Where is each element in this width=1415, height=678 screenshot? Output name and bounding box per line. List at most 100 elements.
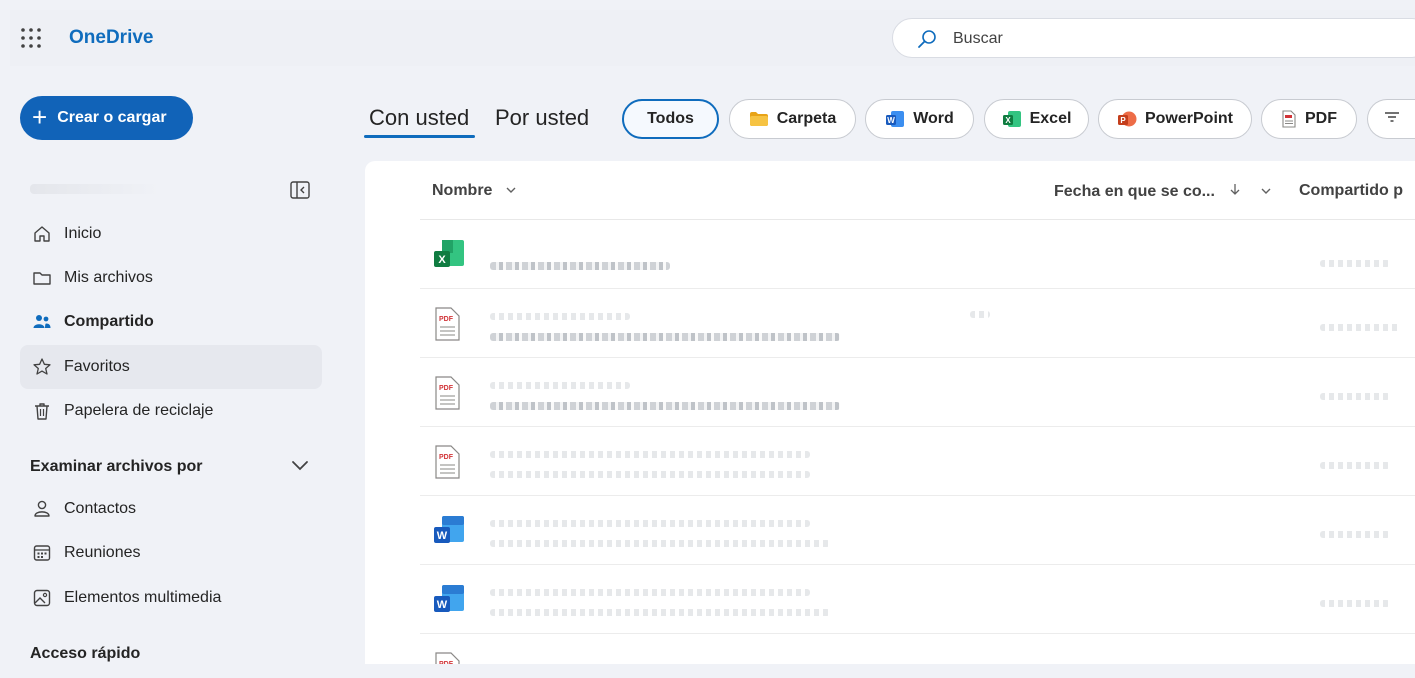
filter-excel[interactable]: X Excel (984, 99, 1089, 139)
nav-item-compartido[interactable]: Compartido (20, 300, 322, 344)
file-name-redacted (490, 313, 630, 320)
svg-text:W: W (437, 599, 448, 611)
tab-con-usted[interactable]: Con usted (369, 105, 469, 131)
quick-access-title: Acceso rápido (30, 645, 141, 662)
filter-more-button[interactable] (1367, 99, 1415, 139)
shared-by-redacted (1320, 324, 1400, 331)
filter-word[interactable]: W Word (865, 99, 974, 139)
search-input[interactable]: Buscar (953, 30, 1003, 48)
nav-item-label: Mis archivos (64, 269, 153, 286)
word-icon: W (885, 110, 905, 128)
svg-text:X: X (1005, 116, 1011, 125)
pdf-file-icon: PDF (432, 652, 462, 664)
file-name-redacted (490, 451, 810, 458)
svg-text:W: W (437, 530, 448, 542)
table-row[interactable]: W (420, 565, 1415, 634)
nav-item-mis-archivos[interactable]: Mis archivos (20, 256, 322, 300)
powerpoint-icon: P (1117, 110, 1137, 128)
filter-label: Todos (647, 110, 694, 127)
column-header-name[interactable]: Nombre (432, 182, 517, 200)
file-name-redacted (490, 262, 670, 270)
star-icon (33, 358, 51, 375)
file-name-redacted (490, 382, 630, 389)
trash-icon (35, 403, 49, 420)
filter-label: Word (913, 110, 954, 127)
pdf-file-icon: PDF (432, 445, 462, 484)
nav-item-label: Inicio (64, 225, 102, 242)
shared-by-redacted (1320, 393, 1390, 400)
footer-gap (365, 664, 1415, 678)
app-launcher-icon[interactable] (20, 27, 42, 49)
column-header-date[interactable]: Fecha en que se co... (1054, 182, 1272, 201)
excel-file-icon: X (432, 238, 466, 277)
search-box[interactable]: Buscar (892, 18, 1415, 58)
filter-label: PowerPoint (1144, 110, 1233, 127)
nav-item-label: Favoritos (64, 358, 130, 375)
file-list-panel: Nombre Fecha en que se co... Compartido … (365, 161, 1415, 664)
shared-by-redacted (1320, 531, 1390, 538)
browse-section-title[interactable]: Examinar archivos por (30, 458, 203, 476)
filter-pdf[interactable]: PDF (1261, 99, 1357, 139)
nav-item-favoritos[interactable]: Favoritos (20, 345, 322, 389)
svg-text:PDF: PDF (439, 454, 454, 461)
home-icon (34, 226, 50, 242)
nav-item-label: Elementos multimedia (64, 589, 222, 606)
tab-por-usted[interactable]: Por usted (495, 105, 589, 131)
table-row[interactable]: PDF (420, 358, 1415, 427)
account-name-redacted (30, 184, 160, 194)
filter-powerpoint[interactable]: P PowerPoint (1098, 99, 1252, 139)
calendar-icon (33, 545, 51, 561)
file-path-redacted (490, 609, 830, 616)
active-tab-indicator (364, 135, 475, 138)
filter-label: PDF (1305, 110, 1337, 127)
nav-item-label: Papelera de reciclaje (64, 402, 214, 419)
nav-item-contactos[interactable]: Contactos (20, 487, 322, 531)
chevron-down-icon (506, 187, 516, 193)
people-icon (33, 315, 51, 328)
svg-text:W: W (887, 116, 895, 125)
word-file-icon: W (432, 583, 466, 622)
collapse-nav-icon[interactable] (290, 181, 310, 204)
table-row[interactable]: PDF (420, 634, 1415, 664)
filter-lines-icon (1383, 110, 1401, 129)
shared-by-redacted (1320, 260, 1390, 267)
pdf-icon (1281, 110, 1297, 128)
word-file-icon: W (432, 514, 466, 553)
table-row[interactable]: W (420, 496, 1415, 565)
table-row[interactable]: PDF (420, 289, 1415, 358)
svg-text:PDF: PDF (439, 316, 454, 323)
nav-item-reuniones[interactable]: Reuniones (20, 531, 322, 575)
table-row[interactable]: PDF (420, 427, 1415, 496)
nav-item-multimedia[interactable]: Elementos multimedia (20, 576, 322, 620)
pdf-file-icon: PDF (432, 307, 462, 346)
column-header-shared-by[interactable]: Compartido p (1299, 182, 1403, 200)
app-title[interactable]: OneDrive (69, 27, 153, 49)
person-icon (34, 500, 50, 517)
file-path-redacted (490, 333, 840, 341)
pdf-file-icon: PDF (432, 376, 462, 415)
nav-item-label: Compartido (64, 313, 154, 330)
file-path-redacted (490, 471, 810, 478)
excel-icon: X (1002, 110, 1022, 128)
plus-icon: + (32, 101, 48, 132)
nav-item-label: Contactos (64, 500, 137, 517)
svg-text:X: X (438, 254, 446, 266)
arrow-down-icon (1230, 184, 1240, 195)
svg-text:PDF: PDF (439, 385, 454, 392)
chevron-down-icon[interactable] (291, 458, 309, 477)
activity-redacted (970, 311, 990, 318)
filter-todos[interactable]: Todos (622, 99, 719, 139)
svg-text:P: P (1120, 116, 1126, 125)
filter-carpeta[interactable]: Carpeta (729, 99, 856, 139)
folder-icon (33, 272, 51, 285)
file-name-redacted (490, 520, 810, 527)
top-bar: OneDrive Buscar (10, 10, 1415, 66)
create-upload-button[interactable]: + Crear o cargar (20, 96, 193, 140)
chevron-down-icon (1261, 188, 1271, 194)
nav-item-papelera[interactable]: Papelera de reciclaje (20, 389, 322, 433)
shared-by-redacted (1320, 462, 1390, 469)
folder-icon (749, 111, 769, 127)
filter-label: Carpeta (776, 110, 837, 127)
nav-item-inicio[interactable]: Inicio (20, 212, 322, 256)
table-row[interactable]: X (420, 220, 1415, 289)
